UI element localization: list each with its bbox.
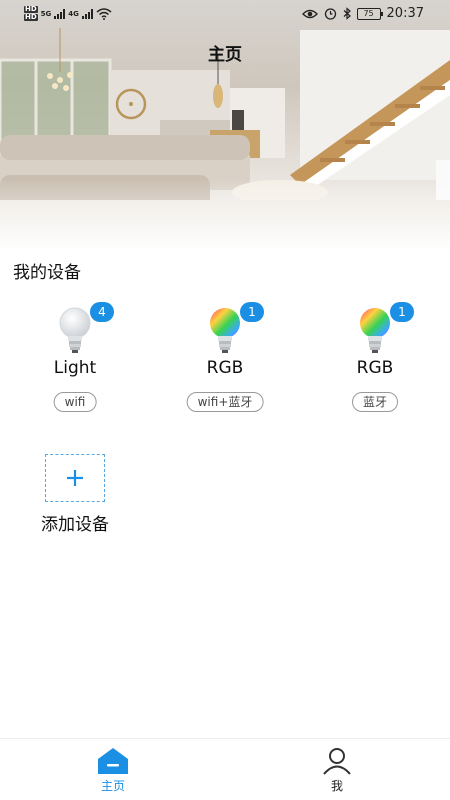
- status-time: 20:37: [386, 6, 424, 21]
- home-icon: [98, 748, 128, 774]
- device-count-badge: 1: [240, 302, 264, 322]
- device-name: RGB: [356, 358, 394, 378]
- bulb-rgb-icon: [360, 308, 390, 353]
- bottom-tab-bar: 主页 我: [0, 738, 450, 800]
- device-connection-tag: wifi: [53, 392, 97, 412]
- tab-me-label: 我: [330, 779, 343, 793]
- bulb-white-icon: [59, 307, 91, 353]
- page-title: 主页: [208, 45, 242, 65]
- hd-label-1: HD: [24, 5, 38, 13]
- device-card-light[interactable]: 4 Light wifi: [0, 300, 150, 420]
- add-device-label[interactable]: 添加设备: [30, 510, 120, 535]
- tab-home-label: 主页: [100, 779, 125, 793]
- signal-bars-icon: [54, 8, 66, 19]
- device-name: RGB: [206, 358, 244, 378]
- add-device-button[interactable]: [45, 454, 105, 502]
- plus-icon: [67, 470, 83, 486]
- bulb-rgb-icon: [210, 308, 240, 353]
- device-connection-tag: 蓝牙: [351, 392, 399, 412]
- eye-icon: [301, 9, 318, 18]
- section-title-my-devices: 我的设备: [13, 263, 81, 283]
- user-icon: [323, 748, 351, 775]
- status-right: 75 20:37: [301, 6, 424, 21]
- hero-fade: [0, 178, 450, 248]
- tab-me[interactable]: 我: [297, 747, 377, 794]
- tab-home[interactable]: 主页: [73, 747, 153, 794]
- battery-icon: 75: [356, 7, 383, 20]
- device-card-rgb-1[interactable]: 1 RGB wifi+蓝牙: [150, 300, 300, 420]
- hero-banner-image: [0, 0, 450, 248]
- hd-label-2: HD: [24, 13, 38, 21]
- device-name: Light: [53, 358, 97, 378]
- device-count-badge: 1: [390, 302, 414, 322]
- bluetooth-icon: [343, 7, 351, 20]
- device-connection-tag: wifi+蓝牙: [186, 392, 264, 412]
- alarm-icon: [324, 8, 336, 20]
- device-card-rgb-2[interactable]: 1 RGB 蓝牙: [300, 300, 450, 420]
- status-bar: HD HD 5G 4G 75 20:37: [0, 0, 450, 28]
- signal-bars-2-icon: [81, 8, 93, 19]
- hd-icon: HD HD: [24, 6, 38, 21]
- device-count-badge: 4: [90, 302, 114, 322]
- signal-1-label: 5G: [40, 9, 52, 18]
- wifi-icon: [96, 7, 112, 20]
- status-left: HD HD 5G 4G: [24, 6, 112, 21]
- signal-2-label: 4G: [68, 9, 79, 18]
